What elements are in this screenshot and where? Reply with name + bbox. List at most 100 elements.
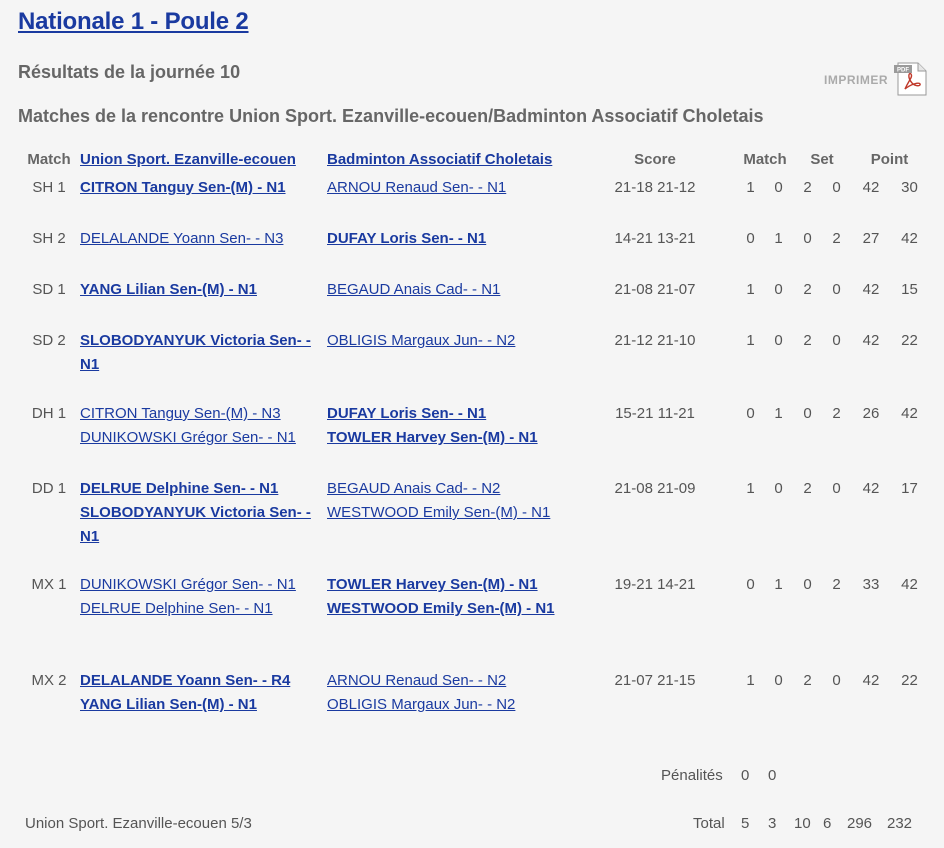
table-row: SD 1 YANG Lilian Sen-(M) - N1 BEGAUD Anais… xyxy=(18,278,928,329)
total-set-team2: 6 xyxy=(823,815,832,832)
match-won-team2: 0 xyxy=(774,332,783,349)
team2-players: ARNOU Renaud Sen- - N2 OBLIGIS Margaux Ju… xyxy=(327,669,573,761)
player-link[interactable]: CITRON Tanguy Sen-(M) - N3 xyxy=(80,402,327,426)
score: 21-07 21-15 xyxy=(614,672,696,689)
player-link[interactable]: DELALANDE Yoann Sen- - R4 xyxy=(80,669,327,693)
team2-players: DUFAY Loris Sen- - N1 TOWLER Harvey Sen-(… xyxy=(327,402,573,477)
player-link[interactable]: ARNOU Renaud Sen- - N1 xyxy=(327,176,573,200)
player-link[interactable]: DELRUE Delphine Sen- - N1 xyxy=(80,597,327,621)
match-won-team1: 1 xyxy=(746,281,755,298)
player-link[interactable]: YANG Lilian Sen-(M) - N1 xyxy=(80,278,327,302)
player-link[interactable]: DUFAY Loris Sen- - N1 xyxy=(327,227,573,251)
points-team1: 42 xyxy=(862,332,880,349)
player-link[interactable]: DELRUE Delphine Sen- - N1 xyxy=(80,477,327,501)
match-won-team1: 1 xyxy=(746,672,755,689)
team1-players: CITRON Tanguy Sen-(M) - N1 xyxy=(80,176,327,227)
match-won-team2: 0 xyxy=(774,281,783,298)
team1-link[interactable]: Union Sport. Ezanville-ecouen xyxy=(80,151,296,168)
sets-team2: 0 xyxy=(832,672,841,689)
total-match-team2: 3 xyxy=(768,815,777,832)
team2-players: BEGAUD Anais Cad- - N1 xyxy=(327,278,573,329)
match-code: MX 1 xyxy=(31,576,67,593)
col-team2-header: Badminton Associatif Choletais xyxy=(327,142,573,176)
score: 21-08 21-09 xyxy=(614,480,696,497)
team-record: Union Sport. Ezanville-ecouen 5/3 xyxy=(25,815,252,832)
match-results-table: Match Union Sport. Ezanville-ecouen Badm… xyxy=(18,142,928,761)
sets-team2: 0 xyxy=(832,332,841,349)
team2-players: ARNOU Renaud Sen- - N1 xyxy=(327,176,573,227)
sets-team1: 0 xyxy=(803,405,812,422)
points-team2: 22 xyxy=(901,332,918,349)
table-row: SH 2 DELALANDE Yoann Sen- - N3 DUFAY Loris… xyxy=(18,227,928,278)
score: 19-21 14-21 xyxy=(614,576,696,593)
pdf-badge-text: PDF xyxy=(897,68,909,74)
sets-team1: 0 xyxy=(803,230,812,247)
points-team1: 42 xyxy=(862,480,880,497)
points-team1: 42 xyxy=(862,672,880,689)
print-button[interactable]: IMPRIMER PDF xyxy=(824,62,932,98)
match-won-team2: 0 xyxy=(774,480,783,497)
sets-team1: 2 xyxy=(803,281,812,298)
team2-link[interactable]: Badminton Associatif Choletais xyxy=(327,151,552,168)
print-label: IMPRIMER xyxy=(824,73,888,87)
points-team2: 17 xyxy=(901,480,918,497)
player-link[interactable]: SLOBODYANYUK Victoria Sen- - N1 xyxy=(80,329,327,377)
match-won-team1: 1 xyxy=(746,179,755,196)
player-link[interactable]: TOWLER Harvey Sen-(M) - N1 xyxy=(327,573,573,597)
match-won-team1: 0 xyxy=(746,405,755,422)
score: 21-12 21-10 xyxy=(614,332,696,349)
player-link[interactable]: ARNOU Renaud Sen- - N2 xyxy=(327,669,573,693)
player-link[interactable]: WESTWOOD Emily Sen-(M) - N1 xyxy=(327,501,573,525)
score: 21-18 21-12 xyxy=(614,179,696,196)
table-row: SH 1 CITRON Tanguy Sen-(M) - N1 ARNOU Rena… xyxy=(18,176,928,227)
score: 21-08 21-07 xyxy=(614,281,696,298)
points-team1: 27 xyxy=(862,230,880,247)
penalties-label: Pénalités xyxy=(661,767,723,784)
sets-team1: 2 xyxy=(803,332,812,349)
player-link[interactable]: BEGAUD Anais Cad- - N1 xyxy=(327,278,573,302)
sets-team2: 0 xyxy=(832,480,841,497)
total-match-team1: 5 xyxy=(741,815,750,832)
table-row: SD 2 SLOBODYANYUK Victoria Sen- - N1 OBLIG… xyxy=(18,329,928,402)
col-point-header: Point xyxy=(870,150,909,168)
table-row: DH 1 CITRON Tanguy Sen-(M) - N3 DUNIKOWSKI… xyxy=(18,402,928,477)
player-link[interactable]: DELALANDE Yoann Sen- - N3 xyxy=(80,227,327,251)
player-link[interactable]: TOWLER Harvey Sen-(M) - N1 xyxy=(327,426,573,450)
player-link[interactable]: YANG Lilian Sen-(M) - N1 xyxy=(80,693,327,717)
player-link[interactable]: SLOBODYANYUK Victoria Sen- - N1 xyxy=(80,501,327,549)
team1-players: YANG Lilian Sen-(M) - N1 xyxy=(80,278,327,329)
player-link[interactable]: OBLIGIS Margaux Jun- - N2 xyxy=(327,693,573,717)
sets-team2: 2 xyxy=(832,230,841,247)
points-team1: 42 xyxy=(862,179,880,196)
sets-team1: 2 xyxy=(803,179,812,196)
team2-players: TOWLER Harvey Sen-(M) - N1 WESTWOOD Emily… xyxy=(327,573,573,669)
col-score-header: Score xyxy=(634,150,676,168)
match-code: DD 1 xyxy=(31,480,67,497)
player-link[interactable]: DUNIKOWSKI Grégor Sen- - N1 xyxy=(80,426,327,450)
table-row: MX 1 DUNIKOWSKI Grégor Sen- - N1 DELRUE De… xyxy=(18,573,928,669)
team1-players: DUNIKOWSKI Grégor Sen- - N1 DELRUE Delphi… xyxy=(80,573,327,669)
total-point-team2: 232 xyxy=(887,815,913,832)
page-title-link[interactable]: Nationale 1 - Poule 2 xyxy=(18,8,249,36)
points-team1: 42 xyxy=(862,281,880,298)
sets-team2: 2 xyxy=(832,405,841,422)
player-link[interactable]: DUNIKOWSKI Grégor Sen- - N1 xyxy=(80,573,327,597)
player-link[interactable]: WESTWOOD Emily Sen-(M) - N1 xyxy=(327,597,573,621)
points-team2: 22 xyxy=(901,672,918,689)
match-code: DH 1 xyxy=(31,405,67,422)
penalties-team1: 0 xyxy=(741,767,750,784)
player-link[interactable]: CITRON Tanguy Sen-(M) - N1 xyxy=(80,176,327,200)
col-match-header: Match xyxy=(27,150,71,168)
total-label: Total xyxy=(693,815,725,832)
match-code: SD 1 xyxy=(32,281,66,298)
player-link[interactable]: DUFAY Loris Sen- - N1 xyxy=(327,402,573,426)
match-won-team1: 0 xyxy=(746,230,755,247)
sets-team2: 2 xyxy=(832,576,841,593)
match-won-team2: 1 xyxy=(774,230,783,247)
score: 14-21 13-21 xyxy=(614,230,696,247)
match-won-team2: 1 xyxy=(774,405,783,422)
match-won-team2: 0 xyxy=(774,672,783,689)
player-link[interactable]: OBLIGIS Margaux Jun- - N2 xyxy=(327,329,573,353)
match-code: SH 2 xyxy=(32,230,66,247)
player-link[interactable]: BEGAUD Anais Cad- - N2 xyxy=(327,477,573,501)
